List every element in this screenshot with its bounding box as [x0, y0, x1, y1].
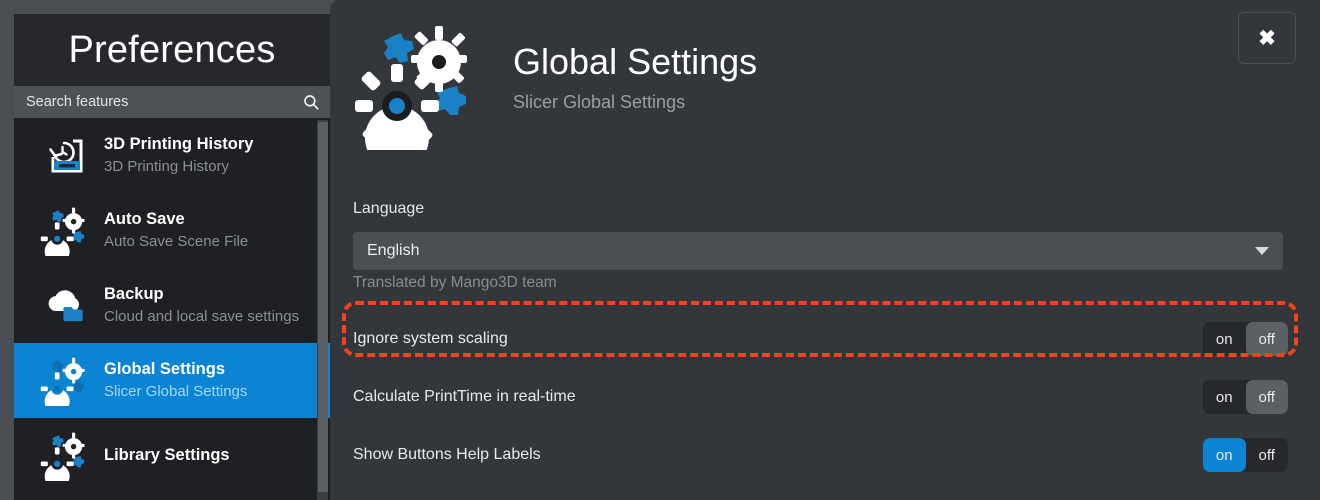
sidebar-scrollbar-thumb[interactable] — [318, 122, 328, 492]
toggle-option-on[interactable]: on — [1203, 438, 1246, 472]
panel-header: Global Settings Slicer Global Settings — [353, 22, 757, 150]
setting-label: Show Buttons Help Labels — [353, 446, 541, 463]
toggle-option-off[interactable]: off — [1246, 438, 1289, 472]
close-button[interactable]: ✖ — [1238, 12, 1296, 64]
sidebar-item-label: Backup — [104, 284, 164, 303]
sidebar-item-backup[interactable]: Backup Cloud and local save settings — [14, 268, 330, 343]
page-subtitle: Slicer Global Settings — [513, 91, 686, 112]
setting-label: Calculate PrintTime in real-time — [353, 388, 576, 405]
sidebar-item-global-settings[interactable]: Global Settings Slicer Global Settings — [14, 343, 330, 418]
chevron-down-icon — [1255, 247, 1269, 255]
setting-row-calculate-printtime: Calculate PrintTime in real-time on off — [330, 368, 1320, 426]
search-input[interactable] — [26, 94, 302, 110]
sidebar-item-library-settings[interactable]: Library Settings — [14, 418, 330, 493]
setting-row-show-buttons-help-labels: Show Buttons Help Labels on off — [330, 426, 1320, 484]
gears-icon — [40, 431, 104, 481]
toggle-ignore-system-scaling[interactable]: on off — [1203, 322, 1288, 356]
sidebar-item-sublabel: 3D Printing History — [104, 158, 230, 176]
search-icon[interactable] — [302, 93, 320, 111]
toggle-option-on[interactable]: on — [1203, 322, 1246, 356]
gears-icon — [40, 356, 104, 406]
setting-label: Ignore system scaling — [353, 330, 508, 347]
sidebar-item-3d-printing-history[interactable]: 3D Printing History 3D Printing History — [14, 118, 330, 193]
setting-row-ignore-system-scaling: Ignore system scaling on off — [330, 310, 1320, 368]
sidebar-item-sublabel: Cloud and local save settings — [104, 308, 300, 326]
toggle-option-off[interactable]: off — [1245, 380, 1288, 414]
language-hint: Translated by Mango3D team — [353, 274, 557, 291]
search-bar[interactable] — [14, 86, 330, 118]
sidebar-item-sublabel: Slicer Global Settings — [104, 383, 248, 401]
language-select[interactable]: English — [353, 232, 1283, 270]
page-title: Global Settings — [513, 41, 758, 82]
gears-icon — [353, 22, 481, 150]
sidebar-item-label: Auto Save — [104, 209, 185, 228]
print-history-icon — [40, 131, 104, 181]
panel-header-texts: Global Settings Slicer Global Settings — [513, 22, 757, 113]
toggle-option-off[interactable]: off — [1245, 322, 1288, 356]
preferences-window: ✖ Global Settings Slicer Global Settings… — [0, 0, 1320, 500]
sidebar-nav-list: 3D Printing History 3D Printing History — [14, 118, 330, 493]
sidebar-title-bar: Preferences — [14, 14, 330, 86]
cloud-folder-icon — [40, 281, 104, 331]
sidebar-item-sublabel: Auto Save Scene File — [104, 233, 249, 251]
global-settings-panel: ✖ Global Settings Slicer Global Settings… — [330, 0, 1320, 500]
toggle-calculate-printtime[interactable]: on off — [1203, 380, 1288, 414]
sidebar-item-texts: Backup Cloud and local save settings — [104, 284, 299, 328]
sidebar-item-texts: Auto Save Auto Save Scene File — [104, 209, 248, 253]
preferences-sidebar: Preferences Search features 3D Printing … — [14, 14, 330, 500]
sidebar-item-label: Library Settings — [104, 445, 230, 464]
language-label: Language — [353, 200, 425, 217]
gears-icon — [40, 206, 104, 256]
toggle-show-buttons-help-labels[interactable]: on off — [1203, 438, 1288, 472]
sidebar-item-auto-save[interactable]: Auto Save Auto Save Scene File — [14, 193, 330, 268]
sidebar-item-texts: Global Settings Slicer Global Settings — [104, 359, 247, 403]
sidebar-item-texts: Library Settings — [104, 445, 230, 466]
toggle-option-on[interactable]: on — [1203, 380, 1246, 414]
sidebar-item-label: 3D Printing History — [104, 134, 254, 153]
language-select-value: English — [367, 242, 420, 259]
sidebar-item-texts: 3D Printing History 3D Printing History — [104, 134, 253, 178]
sidebar-title: Preferences — [68, 29, 276, 71]
sidebar-item-label: Global Settings — [104, 359, 226, 378]
